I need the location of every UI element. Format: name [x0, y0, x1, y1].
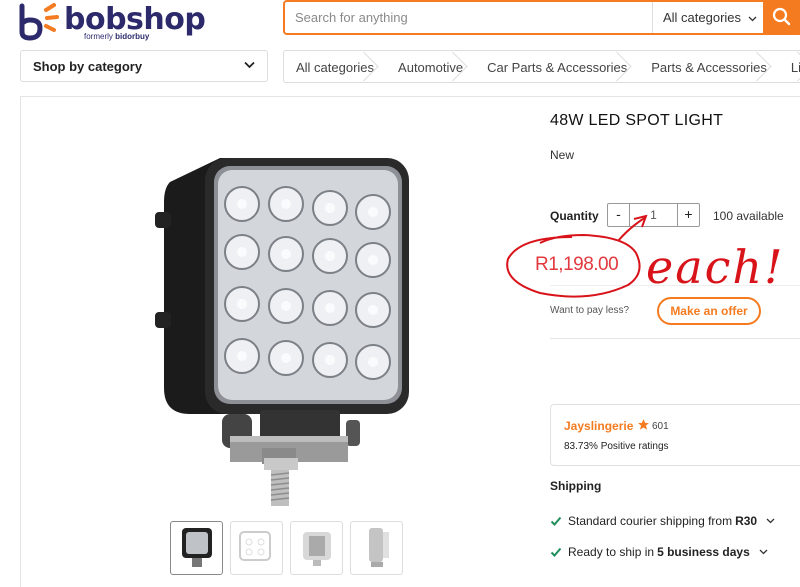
- shipping-courier-row[interactable]: Standard courier shipping from R30: [550, 514, 775, 528]
- product-thumbnail-image: [368, 528, 389, 567]
- product-thumbnail-image: [181, 528, 212, 567]
- make-offer-button[interactable]: Make an offer: [657, 297, 761, 325]
- check-icon: [550, 547, 562, 557]
- chevron-down-icon: [244, 61, 255, 69]
- product-thumbnail-image: [238, 531, 271, 561]
- quantity-increase-button[interactable]: +: [677, 204, 699, 226]
- shop-by-category-label: Shop by category: [33, 59, 143, 74]
- shop-by-category-dropdown[interactable]: Shop by category: [20, 50, 268, 82]
- search-category-select[interactable]: All categories: [652, 2, 765, 33]
- chevron-down-icon: [748, 16, 757, 22]
- available-count: 100 available: [713, 209, 784, 223]
- breadcrumb-item[interactable]: Car Parts & Accessories: [475, 51, 639, 82]
- quantity-input[interactable]: 1: [630, 204, 677, 226]
- chevron-down-icon: [759, 549, 768, 555]
- search-icon: [772, 7, 791, 26]
- search-button[interactable]: [763, 0, 800, 35]
- quantity-decrease-button[interactable]: -: [608, 204, 630, 226]
- thumbnail-strip: [170, 521, 403, 575]
- star-icon: [638, 419, 649, 430]
- divider: [550, 285, 800, 286]
- seller-rating-count: 601: [652, 421, 669, 432]
- courier-text: Standard courier shipping from: [568, 514, 733, 528]
- quantity-label: Quantity: [550, 209, 599, 223]
- logo-subtitle: formerly bidorbuy: [84, 32, 149, 41]
- product-image[interactable]: [150, 152, 420, 517]
- quantity-stepper: - 1 +: [607, 203, 700, 227]
- chevron-down-icon: [766, 518, 775, 524]
- divider: [550, 338, 800, 339]
- seller-card: Jayslingerie 601 83.73% Positive ratings: [550, 404, 800, 466]
- product-thumbnail-image: [302, 532, 331, 566]
- breadcrumb-item[interactable]: All categories: [284, 51, 386, 82]
- logo-mark-icon: [19, 3, 59, 41]
- ready-days: 5 business days: [657, 545, 750, 559]
- product-title: 48W LED SPOT LIGHT: [550, 112, 724, 129]
- thumbnail-3[interactable]: [290, 521, 343, 575]
- search-bar: Search for anything All categories: [283, 0, 800, 35]
- shipping-ready-row[interactable]: Ready to ship in 5 business days: [550, 545, 768, 559]
- thumbnail-4[interactable]: [350, 521, 403, 575]
- ready-text: Ready to ship in: [568, 545, 655, 559]
- seller-positive-ratings: 83.73% Positive ratings: [564, 441, 669, 452]
- product-price: R1,198.00: [535, 254, 619, 275]
- pay-less-text: Want to pay less?: [550, 305, 630, 316]
- courier-price: R30: [735, 514, 758, 528]
- product-condition: New: [550, 148, 575, 162]
- shipping-heading: Shipping: [550, 479, 602, 493]
- bobshop-logo[interactable]: bobshop formerly bidorbuy: [18, 2, 206, 44]
- search-input[interactable]: Search for anything: [295, 10, 408, 25]
- thumbnail-2[interactable]: [230, 521, 283, 575]
- logo-sub-prefix: formerly: [84, 32, 116, 41]
- breadcrumb: All categories Automotive Car Parts & Ac…: [283, 50, 800, 83]
- thumbnail-1[interactable]: [170, 521, 223, 575]
- breadcrumb-item[interactable]: Parts & Accessories: [639, 51, 779, 82]
- seller-name-link[interactable]: Jayslingerie: [564, 419, 633, 433]
- breadcrumb-item[interactable]: Lig: [779, 51, 800, 82]
- logo-sub-brand: bidorbuy: [115, 32, 150, 41]
- breadcrumb-item[interactable]: Automotive: [386, 51, 475, 82]
- search-category-label: All categories: [663, 10, 742, 25]
- check-icon: [550, 516, 562, 526]
